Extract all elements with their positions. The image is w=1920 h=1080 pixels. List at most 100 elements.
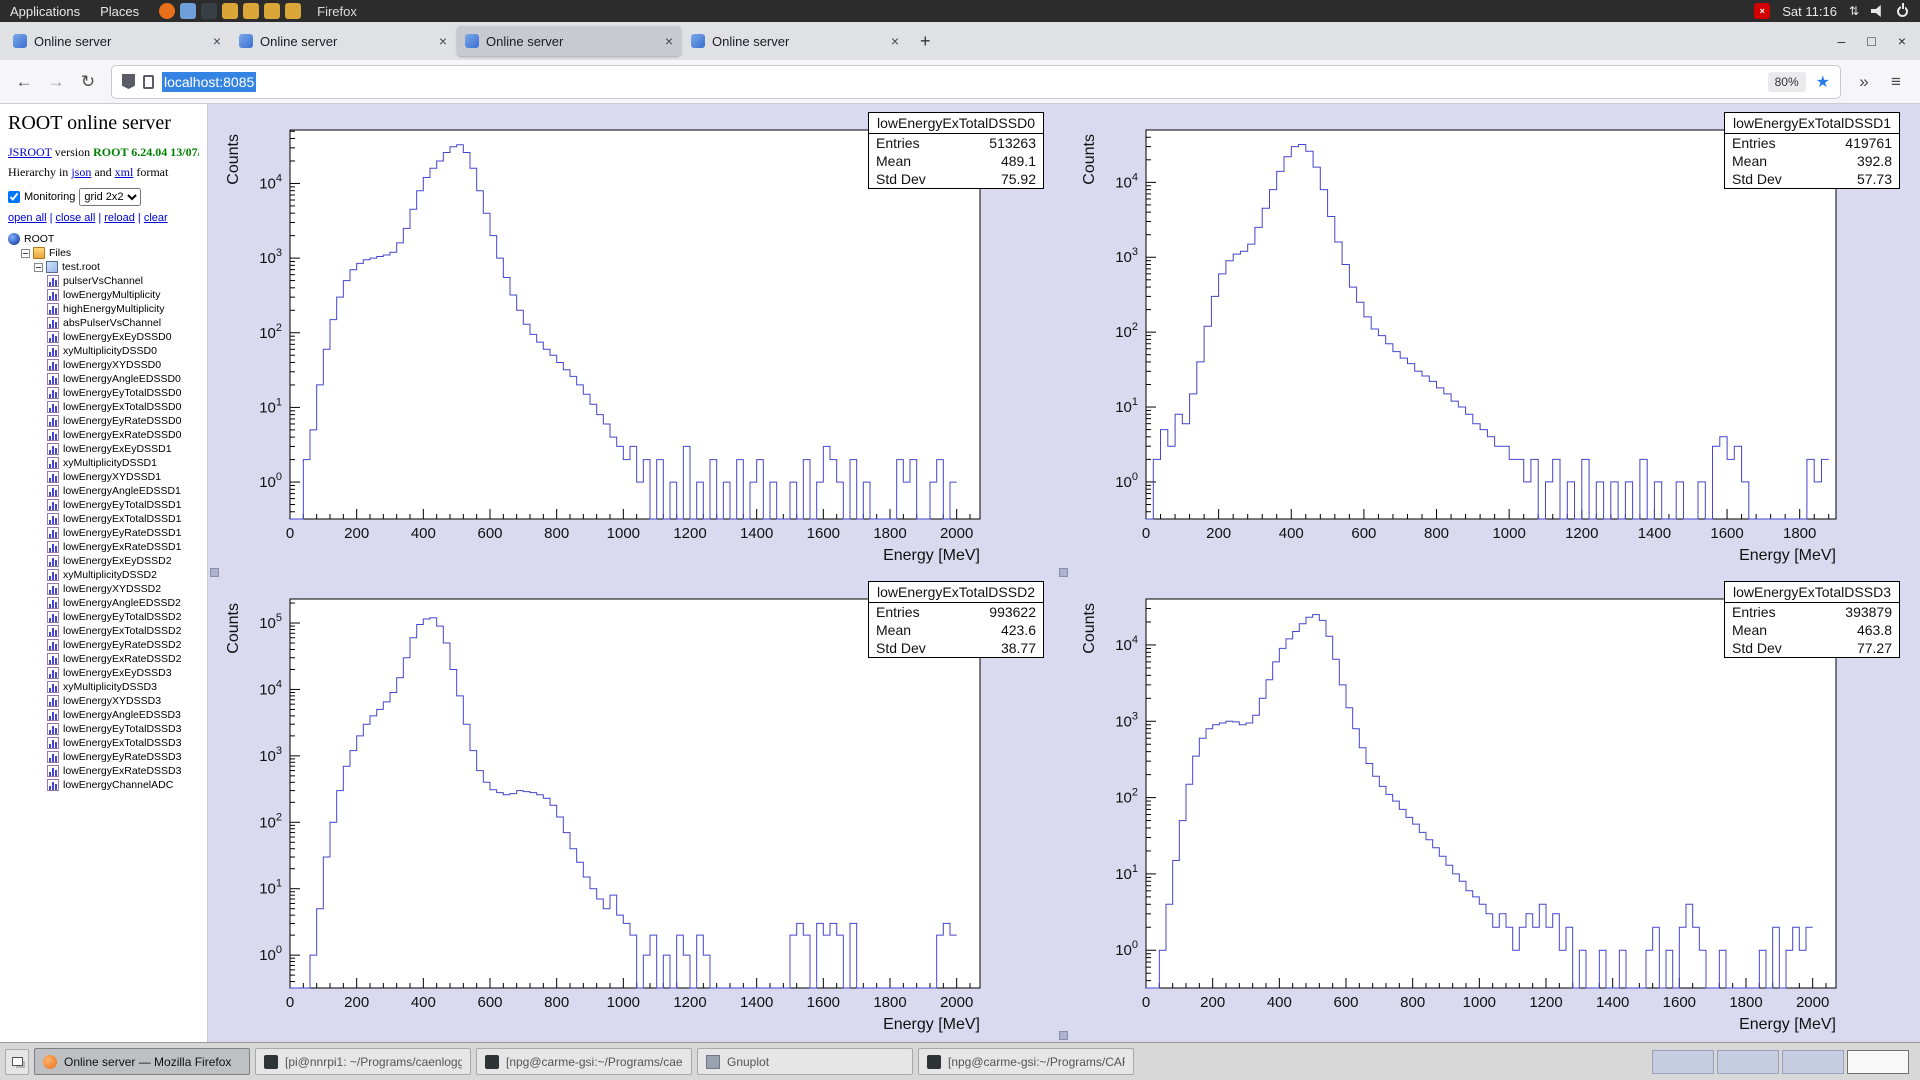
- workspace-3[interactable]: [1782, 1050, 1844, 1074]
- chart-panel-4[interactable]: 1001011021031040200400600800100012001400…: [1064, 573, 1920, 1042]
- overflow-menu-icon[interactable]: »: [1848, 72, 1880, 92]
- tree-item[interactable]: lowEnergyXYDSSD1: [47, 470, 199, 484]
- close-button[interactable]: ×: [1898, 33, 1906, 49]
- tree-item[interactable]: lowEnergyEyRateDSSD3: [47, 750, 199, 764]
- maximize-button[interactable]: □: [1867, 33, 1875, 49]
- new-tab-button[interactable]: +: [908, 31, 943, 52]
- minimize-button[interactable]: –: [1838, 33, 1846, 49]
- quick-link-open-all[interactable]: open all: [8, 212, 47, 224]
- taskbar-item[interactable]: [npg@carme-gsi:~/Programs/caenlo...: [476, 1048, 692, 1075]
- resize-handle[interactable]: [210, 568, 219, 577]
- tab-close-icon[interactable]: ×: [433, 33, 447, 49]
- tree-item[interactable]: lowEnergyExEyDSSD2: [47, 554, 199, 568]
- forward-button[interactable]: →: [40, 72, 72, 92]
- shield-icon[interactable]: [122, 74, 135, 89]
- stats-box[interactable]: lowEnergyExTotalDSSD2 Entries993622Mean4…: [868, 581, 1044, 658]
- quick-link-close-all[interactable]: close all: [56, 212, 96, 224]
- resize-handle[interactable]: [1059, 568, 1068, 577]
- app-launcher-icon-3[interactable]: [264, 3, 280, 19]
- tab-close-icon[interactable]: ×: [885, 33, 899, 49]
- tree-item[interactable]: xyMultiplicityDSSD2: [47, 568, 199, 582]
- tree-item[interactable]: lowEnergyExRateDSSD0: [47, 428, 199, 442]
- browser-tab-1[interactable]: Online server×: [5, 26, 229, 56]
- tree-item[interactable]: lowEnergyExTotalDSSD3: [47, 736, 199, 750]
- clock[interactable]: Sat 11:16: [1782, 4, 1837, 19]
- show-desktop-button[interactable]: [5, 1049, 29, 1075]
- menu-places[interactable]: Places: [90, 4, 149, 19]
- tree-item[interactable]: lowEnergyExRateDSSD1: [47, 540, 199, 554]
- monitoring-checkbox[interactable]: [8, 191, 20, 203]
- browser-tab-2[interactable]: Online server×: [231, 26, 455, 56]
- app-launcher-icon-1[interactable]: [222, 3, 238, 19]
- tree-item[interactable]: lowEnergyMultiplicity: [47, 288, 199, 302]
- tree-item[interactable]: lowEnergyExTotalDSSD0: [47, 400, 199, 414]
- stats-box[interactable]: lowEnergyExTotalDSSD0 Entries513263Mean4…: [868, 112, 1044, 189]
- tree-item[interactable]: lowEnergyExEyDSSD3: [47, 666, 199, 680]
- url-bar[interactable]: localhost:8085 80% ★: [112, 66, 1840, 98]
- tree-item[interactable]: lowEnergyEyRateDSSD0: [47, 414, 199, 428]
- chart-panel-3[interactable]: 1001011021031041050200400600800100012001…: [208, 573, 1064, 1042]
- menu-applications[interactable]: Applications: [0, 4, 90, 19]
- tree-item[interactable]: lowEnergyAngleEDSSD1: [47, 484, 199, 498]
- tree-item[interactable]: lowEnergyEyRateDSSD1: [47, 526, 199, 540]
- tree-item[interactable]: pulserVsChannel: [47, 274, 199, 288]
- tab-close-icon[interactable]: ×: [207, 33, 221, 49]
- tree-node-file[interactable]: test.root: [34, 260, 199, 274]
- tree-item[interactable]: lowEnergyXYDSSD0: [47, 358, 199, 372]
- app-launcher-icon-4[interactable]: [285, 3, 301, 19]
- tree-item[interactable]: lowEnergyChannelADC: [47, 778, 199, 792]
- bookmark-star-icon[interactable]: ★: [1816, 72, 1830, 92]
- tree-node-root[interactable]: ROOT: [8, 232, 199, 246]
- quick-link-reload[interactable]: reload: [104, 212, 135, 224]
- terminal-launcher-icon[interactable]: [201, 3, 217, 19]
- tree-item[interactable]: absPulserVsChannel: [47, 316, 199, 330]
- tree-item[interactable]: lowEnergyXYDSSD2: [47, 582, 199, 596]
- page-info-icon[interactable]: [143, 75, 154, 89]
- reload-button[interactable]: ↻: [72, 72, 104, 92]
- tree-item[interactable]: lowEnergyExTotalDSSD2: [47, 624, 199, 638]
- tree-item[interactable]: lowEnergyAngleEDSSD3: [47, 708, 199, 722]
- tree-item[interactable]: lowEnergyAngleEDSSD2: [47, 596, 199, 610]
- tree-item[interactable]: lowEnergyExEyDSSD1: [47, 442, 199, 456]
- tree-item[interactable]: highEnergyMultiplicity: [47, 302, 199, 316]
- stats-box[interactable]: lowEnergyExTotalDSSD3 Entries393879Mean4…: [1724, 581, 1900, 658]
- chart-panel-1[interactable]: 1001011021031040200400600800100012001400…: [208, 104, 1064, 573]
- workspace-2[interactable]: [1717, 1050, 1779, 1074]
- volume-icon[interactable]: [1871, 5, 1885, 17]
- tree-item[interactable]: lowEnergyXYDSSD3: [47, 694, 199, 708]
- tree-item[interactable]: lowEnergyEyTotalDSSD1: [47, 498, 199, 512]
- jsroot-link[interactable]: JSROOT: [8, 145, 52, 159]
- collapse-expander-icon[interactable]: [21, 249, 30, 258]
- tree-item[interactable]: lowEnergyExRateDSSD2: [47, 652, 199, 666]
- taskbar-item[interactable]: [pi@nnrpi1: ~/Programs/caenlogger]: [255, 1048, 471, 1075]
- tree-item[interactable]: lowEnergyExTotalDSSD1: [47, 512, 199, 526]
- browser-tab-3[interactable]: Online server×: [457, 26, 681, 56]
- tree-node-files[interactable]: Files: [21, 246, 199, 260]
- stats-box[interactable]: lowEnergyExTotalDSSD1 Entries419761Mean3…: [1724, 112, 1900, 189]
- xml-link[interactable]: xml: [115, 165, 134, 179]
- chart-panel-2[interactable]: 1001011021031040200400600800100012001400…: [1064, 104, 1920, 573]
- app-launcher-icon-2[interactable]: [243, 3, 259, 19]
- notification-icon[interactable]: ×: [1754, 3, 1770, 19]
- tree-item[interactable]: lowEnergyExEyDSSD0: [47, 330, 199, 344]
- tree-item[interactable]: lowEnergyEyTotalDSSD2: [47, 610, 199, 624]
- workspace-4[interactable]: [1847, 1050, 1909, 1074]
- firefox-launcher-icon[interactable]: [159, 3, 175, 19]
- taskbar-item[interactable]: Gnuplot: [697, 1048, 913, 1075]
- taskbar-item[interactable]: [npg@carme-gsi:~/Programs/CARME...: [918, 1048, 1134, 1075]
- tree-item[interactable]: lowEnergyEyTotalDSSD3: [47, 722, 199, 736]
- back-button[interactable]: ←: [8, 72, 40, 92]
- tree-item[interactable]: xyMultiplicityDSSD0: [47, 344, 199, 358]
- zoom-indicator[interactable]: 80%: [1768, 72, 1806, 92]
- tree-item[interactable]: xyMultiplicityDSSD3: [47, 680, 199, 694]
- hamburger-menu-icon[interactable]: ≡: [1880, 72, 1912, 92]
- tree-item[interactable]: lowEnergyExRateDSSD3: [47, 764, 199, 778]
- resize-handle[interactable]: [1059, 1031, 1068, 1040]
- browser-tab-4[interactable]: Online server×: [683, 26, 907, 56]
- quick-link-clear[interactable]: clear: [144, 212, 168, 224]
- tab-close-icon[interactable]: ×: [659, 33, 673, 49]
- json-link[interactable]: json: [71, 165, 91, 179]
- tree-item[interactable]: lowEnergyEyTotalDSSD0: [47, 386, 199, 400]
- tree-item[interactable]: lowEnergyEyRateDSSD2: [47, 638, 199, 652]
- tree-item[interactable]: lowEnergyAngleEDSSD0: [47, 372, 199, 386]
